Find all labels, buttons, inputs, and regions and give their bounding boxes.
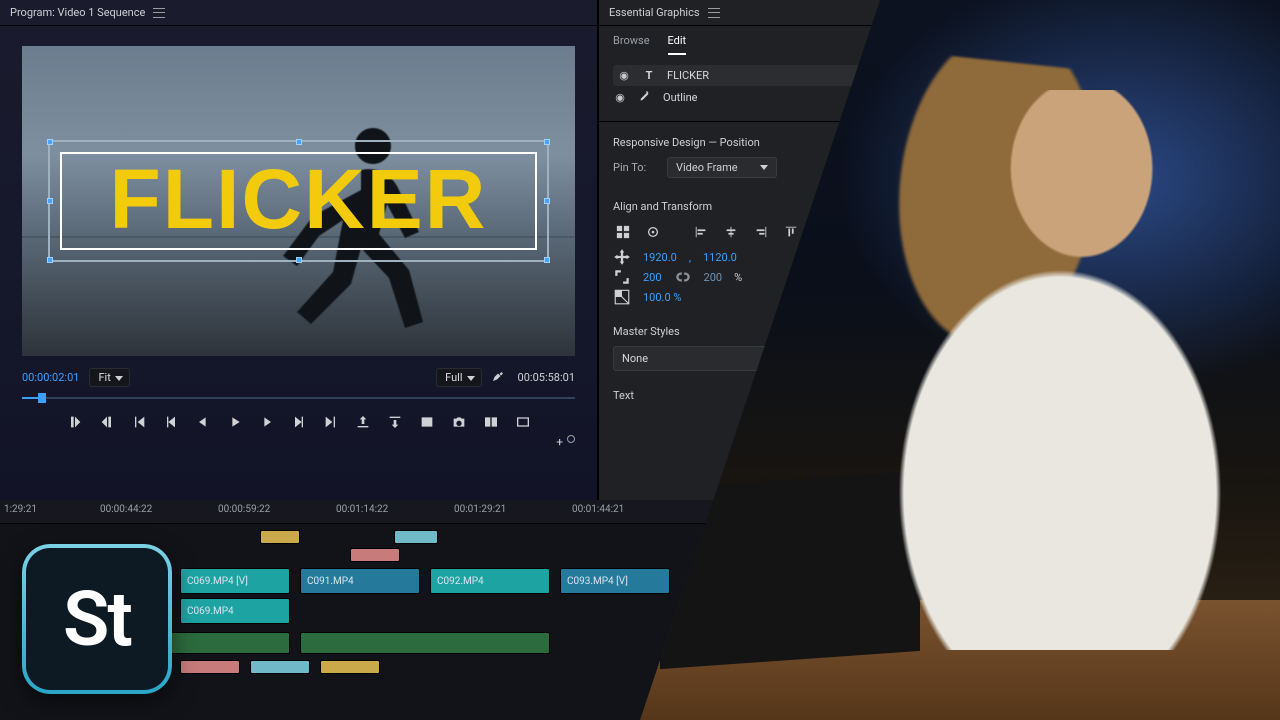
chevron-down-icon <box>760 165 768 170</box>
program-mini-controls: + <box>0 431 597 449</box>
adobe-stock-badge: St <box>22 544 172 694</box>
handle-tl[interactable] <box>47 139 53 145</box>
master-styles-value: None <box>622 352 648 365</box>
title-outline-rect: FLICKER <box>62 154 535 248</box>
position-icon <box>613 249 631 265</box>
step-fwd-button[interactable] <box>290 413 308 431</box>
timeline-clip[interactable]: C092.MP4 <box>430 568 550 594</box>
timeline-clip[interactable] <box>250 660 310 674</box>
lift-button[interactable] <box>354 413 372 431</box>
program-monitor-panel: Program: Video 1 Sequence FLICKER <box>0 0 598 500</box>
ruler-tick: 00:00:59:22 <box>218 504 270 515</box>
timeline-clip[interactable] <box>320 660 380 674</box>
frame-back-button[interactable] <box>194 413 212 431</box>
handle-br[interactable] <box>544 257 550 263</box>
align-top-icon[interactable] <box>781 223 801 241</box>
scale-h[interactable]: 200 <box>704 271 723 284</box>
eg-panel-menu-icon[interactable] <box>708 8 720 18</box>
align-left-icon[interactable] <box>691 223 711 241</box>
transport-bar <box>0 413 597 431</box>
add-marker-plus-icon[interactable]: + <box>556 435 563 449</box>
tab-browse[interactable]: Browse <box>613 34 650 55</box>
handle-lc[interactable] <box>47 198 53 204</box>
visibility-eye-icon[interactable]: ◉ <box>617 69 631 82</box>
layer-label: FLICKER <box>667 69 709 82</box>
handle-tr[interactable] <box>544 139 550 145</box>
timeline-clip[interactable] <box>180 660 240 674</box>
timeline-clip[interactable]: C093.MP4 [V] <box>560 568 670 594</box>
position-x[interactable]: 1920.0 <box>643 251 677 264</box>
pin-to-label: Pin To: <box>613 161 659 174</box>
safe-margins-button[interactable] <box>514 413 532 431</box>
panel-menu-icon[interactable] <box>153 8 165 18</box>
timeline-clip[interactable]: C091.MP4 <box>300 568 420 594</box>
align-center-icon[interactable] <box>643 223 663 241</box>
zoom-fit-dropdown[interactable]: Fit <box>89 368 129 387</box>
align-grid-icon[interactable] <box>613 223 633 241</box>
play-button[interactable] <box>226 413 244 431</box>
marker-circle-icon[interactable] <box>567 435 575 443</box>
ruler-tick: 00:00:44:22 <box>100 504 152 515</box>
opacity-icon <box>613 289 631 305</box>
title-selection-outer[interactable]: FLICKER <box>50 142 547 260</box>
title-text[interactable]: FLICKER <box>110 157 488 241</box>
mark-in-button[interactable] <box>66 413 84 431</box>
program-scrubber[interactable] <box>22 393 575 403</box>
scrubber-track <box>22 397 575 399</box>
pin-to-dropdown[interactable]: Video Frame <box>667 157 777 178</box>
handle-bc[interactable] <box>296 257 302 263</box>
ruler-tick: 00:01:44:21 <box>572 504 624 515</box>
compare-view-button[interactable] <box>482 413 500 431</box>
timecode-total: 00:05:58:01 <box>518 371 575 384</box>
scale-icon <box>613 269 631 285</box>
ruler-tick: 1:29:21 <box>4 504 37 515</box>
link-icon[interactable] <box>674 269 692 285</box>
goto-out-button[interactable] <box>322 413 340 431</box>
timeline-clip[interactable] <box>350 548 400 562</box>
align-right-icon[interactable] <box>751 223 771 241</box>
timeline-clip[interactable]: C069.MP4 <box>180 598 290 624</box>
timeline-clip[interactable] <box>394 530 438 544</box>
program-viewer-canvas: FLICKER <box>22 46 575 356</box>
handle-bl[interactable] <box>47 257 53 263</box>
program-viewer[interactable]: FLICKER <box>22 46 575 356</box>
settings-wrench-icon[interactable] <box>492 370 504 385</box>
opacity-value[interactable]: 100.0 % <box>643 291 681 304</box>
timeline-clip[interactable]: C069.MP4 [V] <box>180 568 290 594</box>
program-panel-tab[interactable]: Program: Video 1 Sequence <box>0 0 597 26</box>
handle-tc[interactable] <box>296 139 302 145</box>
position-y[interactable]: 1120.0 <box>703 251 737 264</box>
playback-quality-dropdown[interactable]: Full <box>436 368 481 387</box>
scale-unit: % <box>734 271 742 284</box>
tab-edit[interactable]: Edit <box>668 34 687 55</box>
camera-icon[interactable] <box>450 413 468 431</box>
export-frame-button[interactable] <box>418 413 436 431</box>
step-back-button[interactable] <box>162 413 180 431</box>
text-layer-icon: T <box>641 69 657 82</box>
goto-in-button[interactable] <box>130 413 148 431</box>
mark-out-button[interactable] <box>98 413 116 431</box>
layer-label: Outline <box>663 91 698 104</box>
timeline-audio-clip[interactable] <box>300 632 550 654</box>
adobe-stock-label: St <box>63 574 131 664</box>
extract-button[interactable] <box>386 413 404 431</box>
visibility-eye-icon[interactable]: ◉ <box>613 91 627 104</box>
pen-layer-icon <box>637 90 653 105</box>
align-hcenter-icon[interactable] <box>721 223 741 241</box>
ruler-tick: 00:01:14:22 <box>336 504 388 515</box>
scrubber-playhead[interactable] <box>38 393 46 403</box>
eg-panel-title: Essential Graphics <box>609 6 700 19</box>
ruler-tick: 00:01:29:21 <box>454 504 506 515</box>
frame-fwd-button[interactable] <box>258 413 276 431</box>
photo-person <box>880 90 1240 650</box>
program-panel-title: Program: Video 1 Sequence <box>10 6 145 19</box>
timecode-current[interactable]: 00:00:02:01 <box>22 371 79 384</box>
timeline-clip[interactable] <box>260 530 300 544</box>
pin-to-value: Video Frame <box>676 161 738 174</box>
scale-w[interactable]: 200 <box>643 271 662 284</box>
handle-rc[interactable] <box>544 198 550 204</box>
